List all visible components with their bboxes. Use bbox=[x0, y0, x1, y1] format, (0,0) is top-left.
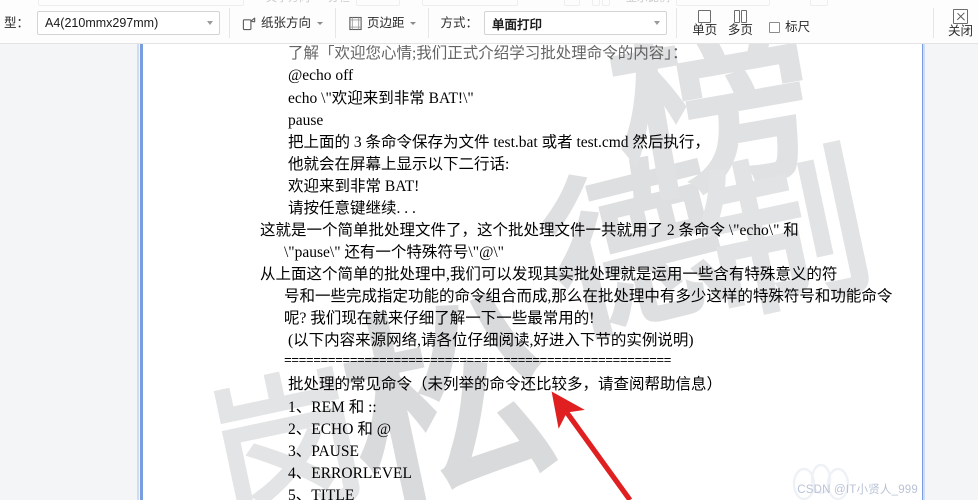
document-line: 呢? 我们现在就来仔细了解一下一些最常用的! bbox=[284, 310, 595, 327]
paper-orientation-label: 纸张方向 bbox=[260, 15, 311, 30]
multi-page-label: 多页 bbox=[727, 22, 753, 37]
document-line: 号和一些完成指定功能的命令组合而成,那么在批处理中有多少这样的特殊符号和功能命令 bbox=[284, 288, 893, 305]
paper-orientation-icon bbox=[242, 17, 256, 30]
document-workspace[interactable]: 松 德 榜 岗 制 了解「欢迎您心情;我们正式介绍学习批处理命令的内容」： @ec… bbox=[0, 44, 978, 500]
ruler-checkbox[interactable]: 标尺 bbox=[769, 21, 810, 34]
ghost-combo-2 bbox=[356, 0, 400, 6]
chevron-down-icon bbox=[653, 21, 660, 25]
document-line: 3、PAUSE bbox=[288, 443, 359, 460]
checkbox-icon bbox=[769, 21, 781, 33]
page-margins-icon bbox=[349, 16, 362, 30]
paper-size-value: A4(210mmx297mm) bbox=[45, 16, 159, 30]
multi-page-icon bbox=[733, 9, 748, 23]
paper-size-label: 型： bbox=[4, 15, 30, 30]
document-line: @echo off bbox=[288, 67, 354, 84]
print-mode-value: 单面打印 bbox=[491, 17, 542, 32]
page-guide-soft-left bbox=[137, 44, 139, 500]
page-guide-soft-right bbox=[923, 44, 925, 500]
document-page[interactable]: 松 德 榜 岗 制 了解「欢迎您心情;我们正式介绍学习批处理命令的内容」： @ec… bbox=[143, 44, 922, 500]
ghost-pageicon-3 bbox=[602, 0, 610, 6]
print-preview-window: 文字方向 分栏 显示比例 型： A4(210mmx297mm) bbox=[0, 0, 978, 500]
document-line: (以下内容来源网络,请各位仔细阅读,好进入下节的实例说明) bbox=[288, 332, 694, 349]
document-line: 他就会在屏幕上显示以下二行话: bbox=[288, 156, 510, 173]
paper-orientation-button[interactable]: 纸张方向 bbox=[239, 10, 326, 36]
page-margins-button[interactable]: 页边距 bbox=[345, 10, 420, 36]
ghost-label-text-direction: 文字方向 bbox=[266, 0, 310, 5]
document-line: 2、ECHO 和 @ bbox=[288, 421, 391, 438]
print-preview-toolbar: 文字方向 分栏 显示比例 型： A4(210mmx297mm) bbox=[0, 0, 978, 44]
chevron-down-icon bbox=[316, 21, 323, 25]
toolbar-divider-5 bbox=[933, 8, 935, 38]
document-line: \"pause\" 还有一个特殊符号\"@\" bbox=[284, 244, 504, 261]
toolbar-divider-3 bbox=[428, 8, 430, 38]
toolbar-divider-1 bbox=[228, 8, 230, 38]
document-line: 从上面这个简单的批处理中,我们可以发现其实批处理就是运用一些含有特殊意义的符 bbox=[260, 266, 838, 283]
print-mode-combobox[interactable]: 单面打印 bbox=[483, 11, 667, 35]
print-mode-label: 方式： bbox=[440, 15, 478, 30]
chevron-down-icon bbox=[410, 21, 417, 25]
document-line: 欢迎来到非常 BAT! bbox=[288, 178, 420, 195]
document-line: 1、REM 和 :: bbox=[288, 399, 377, 416]
csdn-watermark: CSDN @IT小贤人_999 bbox=[797, 484, 918, 496]
page-margins-label: 页边距 bbox=[366, 15, 405, 30]
separator-rule: ========================================… bbox=[284, 353, 671, 368]
paper-size-combobox[interactable]: A4(210mmx297mm) bbox=[37, 11, 220, 35]
document-line: 批处理的常见命令（未列举的命令还比较多，请查阅帮助信息） bbox=[288, 376, 723, 393]
ghost-combo-3 bbox=[422, 0, 518, 6]
ghost-close-icon bbox=[810, 0, 828, 6]
ghost-combo-1 bbox=[38, 0, 244, 6]
close-preview-button[interactable]: 关闭 bbox=[943, 8, 978, 38]
document-line: 这就是一个简单批处理文件了，这个批处理文件一共就用了 2 条命令 \"echo\… bbox=[260, 222, 799, 239]
document-line: echo \"欢迎来到非常 BAT!\" bbox=[288, 90, 474, 107]
ghost-zoom-value bbox=[676, 0, 770, 6]
document-line: 请按任意键继续. . . bbox=[288, 200, 416, 217]
ghost-pageicon-2 bbox=[592, 0, 600, 6]
document-line: 了解「欢迎您心情;我们正式介绍学习批处理命令的内容」： bbox=[288, 45, 688, 62]
single-page-icon bbox=[698, 9, 712, 23]
right-gutter bbox=[923, 44, 978, 500]
ghost-label-zoom: 显示比例 bbox=[626, 0, 670, 5]
chevron-down-icon bbox=[206, 21, 213, 25]
toolbar-main-row: 型： A4(210mmx297mm) 纸张方向 页边距 方式： 单面打印 单页 … bbox=[0, 8, 978, 38]
close-label: 关闭 bbox=[948, 23, 974, 38]
single-page-button[interactable]: 单页 bbox=[690, 9, 720, 37]
ghost-label-columns: 分栏 bbox=[328, 0, 350, 5]
toolbar-divider-4 bbox=[675, 8, 677, 38]
toolbar-divider-2 bbox=[334, 8, 336, 38]
ruler-label: 标尺 bbox=[785, 20, 811, 34]
document-line: 把上面的 3 条命令保存为文件 test.bat 或者 test.cmd 然后执… bbox=[288, 134, 710, 151]
document-line: pause bbox=[288, 112, 324, 129]
ghost-pageicon-1 bbox=[564, 0, 580, 6]
multi-page-button[interactable]: 多页 bbox=[726, 9, 756, 37]
single-page-label: 单页 bbox=[692, 22, 718, 37]
close-icon bbox=[953, 8, 969, 24]
left-gutter bbox=[0, 44, 137, 500]
